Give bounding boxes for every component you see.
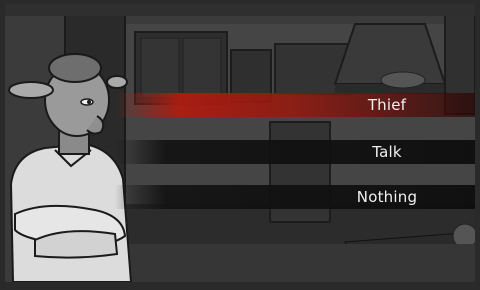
choice-talk[interactable]: Talk — [115, 140, 475, 164]
choice-label: Nothing — [356, 188, 418, 206]
choice-label: Thief — [367, 96, 407, 114]
game-viewport: Thief Talk Nothing — [5, 4, 475, 282]
choice-nothing[interactable]: Nothing — [115, 185, 475, 209]
choice-thief[interactable]: Thief — [115, 93, 475, 117]
choice-label: Talk — [372, 143, 402, 161]
